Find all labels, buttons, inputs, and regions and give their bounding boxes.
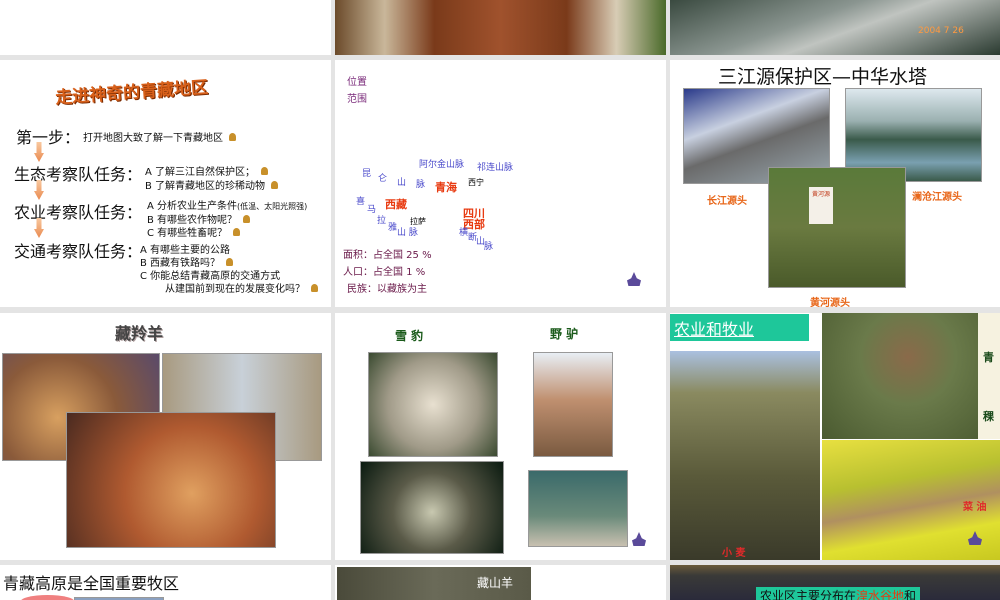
slide-thumbnail-10[interactable]: 青藏高原是全国重要牧区 — [0, 565, 331, 600]
map-label: 昆 — [362, 169, 372, 179]
wizard-action-icon[interactable] — [632, 532, 646, 546]
hint-icon — [271, 181, 279, 189]
map-label: 脉 — [484, 242, 494, 252]
trans-task-label: 交通考察队任务： — [14, 242, 143, 261]
wheat-caption: 小 麦 — [722, 548, 746, 559]
wild-donkey-photo-1 — [533, 352, 613, 457]
trans-task-c2: 从建国前到现在的发展变化吗？ — [165, 280, 318, 295]
map-label: 脉 — [416, 180, 426, 190]
slide-title: 三江源保护区—中华水塔 — [718, 66, 928, 88]
hint-icon — [311, 284, 318, 292]
wheat-photo — [670, 351, 820, 560]
map-label: 喜 — [356, 197, 366, 207]
lancang-caption: 澜沧江源头 — [912, 192, 962, 203]
wizard-action-icon[interactable] — [627, 272, 641, 286]
snow-leopard-photo-2 — [360, 461, 504, 554]
photo-date: 2004 7 26 — [918, 26, 964, 36]
slide-title: 青藏高原是全国重要牧区 — [3, 574, 180, 593]
map-label: 阿尔金山脉 — [419, 160, 465, 170]
city-label: 西宁 — [468, 178, 484, 187]
map-label: 祁连山脉 — [477, 163, 514, 173]
yangtze-caption: 长江源头 — [707, 196, 747, 207]
antelope-pelts-photo — [66, 412, 276, 548]
slide-title-art: 走进神奇的青藏地区 — [54, 77, 209, 109]
rapeseed-caption: 菜 油 — [963, 502, 987, 513]
wild-donkey-caption: 野 驴 — [550, 327, 579, 341]
slide-thumbnail-8[interactable]: 雪 豹 野 驴 — [335, 313, 666, 560]
hint-icon — [229, 133, 236, 141]
wild-donkey-photo-2 — [528, 470, 628, 547]
goat-caption: 藏山羊 — [477, 576, 514, 590]
city-label: 拉萨 — [410, 217, 426, 226]
slide-thumbnail-6[interactable]: 三江源保护区—中华水塔 黄河源 长江源头 澜沧江源头 黄河源头 — [670, 60, 1000, 307]
slide-thumbnail-11[interactable]: 藏山羊 — [335, 565, 666, 600]
barley-caption-2: 稞 — [983, 410, 994, 423]
yellow-river-caption: 黄河源头 — [810, 298, 850, 307]
barley-caption-1: 青 — [983, 351, 994, 364]
ethnic-stat: 民族：以藏族为主 — [347, 284, 427, 295]
slide-thumbnail-7[interactable]: 藏羚羊 — [0, 313, 331, 560]
slide-thumbnail-5[interactable]: 位置 范围 昆 仑 山 脉 阿尔金山脉 祁连山脉 青海 西宁 西藏 喜 马 拉 … — [335, 60, 666, 307]
map-label: 雅 — [388, 223, 398, 233]
eco-task-a: A 了解三江自然保护区； — [145, 163, 269, 178]
agri-task-label: 农业考察队任务： — [14, 203, 143, 222]
snow-leopard-photo-1 — [368, 352, 498, 457]
slide-thumbnail-1[interactable] — [0, 0, 331, 55]
agri-region-text: 农业区主要分布在湟水谷地和 — [756, 587, 921, 600]
map-label: 山 — [397, 178, 407, 188]
tibetan-building-photo — [335, 0, 666, 55]
range-link[interactable]: 范围 — [347, 90, 367, 105]
position-link[interactable]: 位置 — [347, 73, 367, 88]
slide-thumbnail-4[interactable]: 走进神奇的青藏地区 第一步： 打开地图大致了解一下青藏地区 生态考察队任务： A… — [0, 60, 331, 307]
map-label: 横 — [459, 228, 469, 238]
slide-thumbnail-3[interactable]: 2004 7 26 — [670, 0, 1000, 55]
yellow-river-source-photo — [768, 167, 906, 288]
eco-task-label: 生态考察队任务： — [14, 165, 143, 184]
source-sign: 黄河源 — [809, 187, 833, 224]
hint-icon — [226, 258, 234, 266]
hint-icon — [233, 228, 241, 236]
slide-thumbnail-9[interactable]: 农业和牧业 青 稞 菜 油 小 麦 — [670, 313, 1000, 560]
step1-label: 第一步： — [16, 128, 81, 147]
slide-title-art: 藏羚羊 — [115, 324, 164, 343]
map-label: 马 — [367, 205, 377, 215]
step1-text: 打开地图大致了解一下青藏地区 — [83, 129, 236, 144]
map-label: 仑 — [378, 174, 388, 184]
slide-title: 农业和牧业 — [670, 314, 809, 341]
agri-task-a: A 分析农业生产条件(低温、太阳光照强) — [147, 201, 308, 212]
province-label: 西藏 — [385, 198, 407, 211]
eco-task-b: B 了解青藏地区的珍稀动物 — [145, 177, 279, 192]
map-label: 拉 — [377, 216, 387, 226]
hint-icon — [261, 167, 269, 175]
slide-thumbnail-2[interactable] — [335, 0, 666, 55]
population-stat: 人口：占全国 1 % — [343, 267, 426, 278]
agri-task-c: C 有哪些牲畜呢？ — [147, 224, 241, 239]
snow-leopard-caption: 雪 豹 — [395, 329, 424, 343]
decorative-ellipse — [20, 595, 75, 600]
slide-thumbnail-12[interactable]: 农业区主要分布在湟水谷地和 — [670, 565, 1000, 600]
province-label: 青海 — [435, 181, 457, 194]
area-stat: 面积：占全国 25 % — [343, 250, 432, 261]
hint-icon — [243, 215, 251, 223]
barley-photo — [822, 313, 978, 439]
